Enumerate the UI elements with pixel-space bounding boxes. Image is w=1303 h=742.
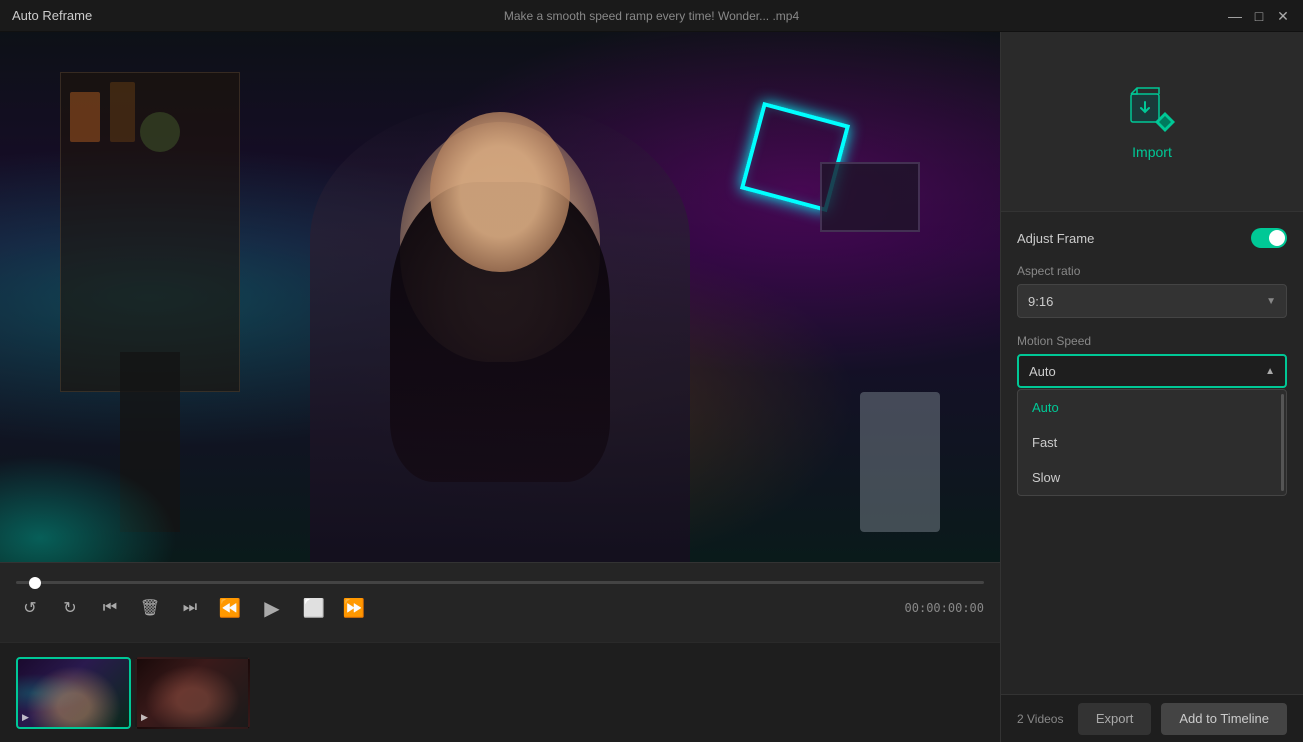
face [430,112,570,272]
aspect-ratio-select[interactable]: 9:16 ▼ [1017,284,1287,318]
maximize-button[interactable]: □ [1251,8,1267,24]
window-controls: — □ ✕ [1227,8,1291,24]
controls-buttons: ↺ ↻ ⏮ 🗑 ⏭ ⏪ ▶ ⬜ ⏩ 00:00:00:00 [16,592,984,624]
skip-to-end-button[interactable]: ⏭ [176,594,204,622]
section-header: Adjust Frame [1017,228,1287,248]
export-button[interactable]: Export [1078,703,1152,735]
motion-speed-label: Motion Speed [1017,334,1287,348]
redo-button[interactable]: ↻ [56,594,84,622]
thumb-icon-2: ▶ [141,712,148,723]
shelf-item [70,92,100,142]
dropdown-option-auto[interactable]: Auto [1018,390,1279,425]
add-to-timeline-button[interactable]: Add to Timeline [1161,703,1287,735]
thumbnail-2[interactable]: ▶ [135,657,250,729]
import-front-icon [1153,110,1177,134]
bottom-bar: 2 Videos Export Add to Timeline [1001,694,1303,742]
play-button[interactable]: ▶ [256,592,288,624]
monitor [820,162,920,232]
aspect-ratio-value: 9:16 [1028,294,1053,309]
square-button[interactable]: ⬜ [300,594,328,622]
thumbnail-strip: ▶ ▶ [0,642,1000,742]
controls-bar: ↺ ↻ ⏮ 🗑 ⏭ ⏪ ▶ ⬜ ⏩ 00:00:00:00 [0,562,1000,642]
dropdown-option-slow[interactable]: Slow [1018,460,1279,495]
import-section: Import [1001,32,1303,212]
filename: Make a smooth speed ramp every time! Won… [504,9,799,23]
time-display: 00:00:00:00 [905,601,984,615]
ambient-light [0,442,200,562]
thumb-icon-1: ▶ [22,712,29,723]
thumbnail-1[interactable]: ▶ [16,657,131,729]
aspect-ratio-label: Aspect ratio [1017,264,1287,278]
motion-speed-chevron-icon: ▲ [1265,366,1275,377]
next-frame-button[interactable]: ⏩ [340,594,368,622]
delete-button[interactable]: 🗑 [136,594,164,622]
video-area: ↺ ↻ ⏮ 🗑 ⏭ ⏪ ▶ ⬜ ⏩ 00:00:00:00 ▶ ▶ [0,32,1000,742]
prev-frame-button[interactable]: ⏪ [216,594,244,622]
shelf-item [110,82,135,142]
toggle-knob [1269,230,1285,246]
app-title: Auto Reframe [12,8,92,23]
chair [860,392,940,532]
dropdown-options: Auto Fast Slow [1018,390,1279,495]
video-frame [0,32,1000,562]
main-layout: ↺ ↻ ⏮ 🗑 ⏭ ⏪ ▶ ⬜ ⏩ 00:00:00:00 ▶ ▶ [0,32,1303,742]
progress-row [16,581,984,584]
motion-speed-dropdown: Auto Fast Slow [1017,389,1287,496]
motion-speed-value: Auto [1029,364,1056,379]
adjust-frame-title: Adjust Frame [1017,231,1094,246]
adjust-section: Adjust Frame Aspect ratio 9:16 ▼ Motion … [1001,212,1303,694]
dropdown-scrollbar [1281,394,1284,491]
aspect-ratio-arrow-icon: ▼ [1266,296,1276,307]
dropdown-inner: Auto Fast Slow [1018,390,1286,495]
progress-track[interactable] [16,581,984,584]
import-label[interactable]: Import [1132,144,1172,160]
motion-speed-select[interactable]: Auto ▲ [1017,354,1287,388]
titlebar: Auto Reframe Make a smooth speed ramp ev… [0,0,1303,32]
import-icon-stack [1127,84,1177,134]
right-panel: Import Adjust Frame Aspect ratio 9:16 ▼ … [1000,32,1303,742]
adjust-frame-toggle[interactable] [1251,228,1287,248]
progress-knob[interactable] [29,577,41,589]
video-count: 2 Videos [1017,712,1063,726]
shelf-plant [140,112,180,152]
close-button[interactable]: ✕ [1275,8,1291,24]
dropdown-option-fast[interactable]: Fast [1018,425,1279,460]
minimize-button[interactable]: — [1227,8,1243,24]
skip-to-start-button[interactable]: ⏮ [96,594,124,622]
video-player[interactable] [0,32,1000,562]
undo-button[interactable]: ↺ [16,594,44,622]
